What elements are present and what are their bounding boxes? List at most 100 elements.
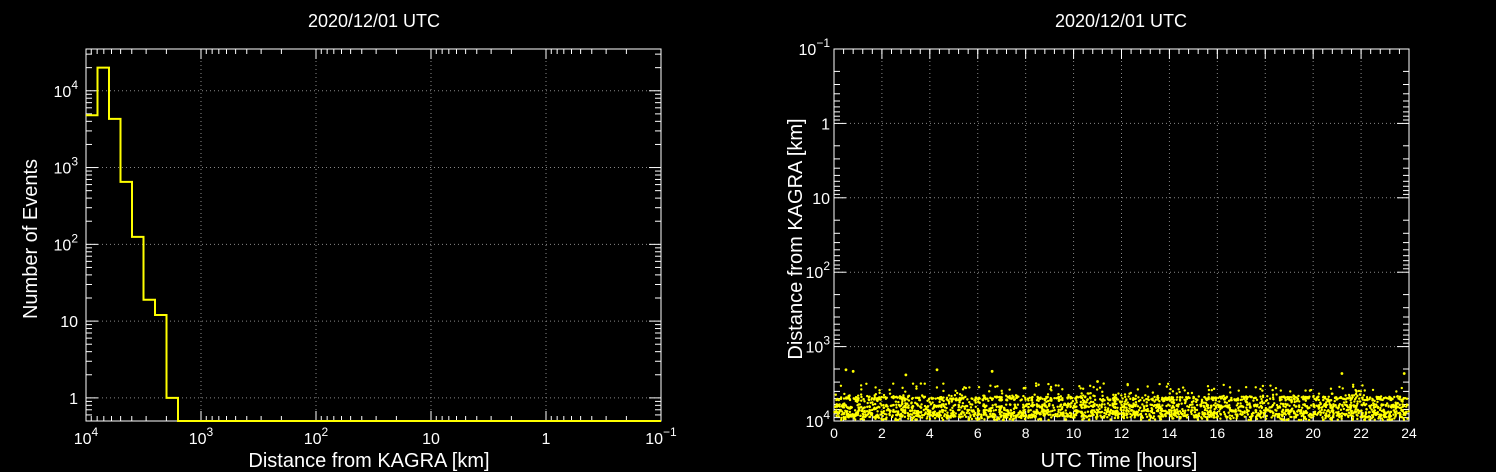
scatter-point: [1289, 415, 1292, 419]
scatter-x-axis-label: UTC Time [hours]: [1041, 450, 1198, 472]
scatter-point: [1292, 410, 1296, 413]
scatter-point: [1149, 415, 1152, 418]
scatter-point: [1203, 415, 1206, 418]
scatter-points: [833, 368, 1410, 422]
scatter-point: [915, 385, 918, 388]
scatter-point: [1363, 389, 1366, 392]
scatter-point: [1106, 402, 1110, 405]
scatter-point: [1265, 414, 1269, 418]
histogram-grid: [86, 49, 661, 421]
scatter-point: [1034, 382, 1038, 385]
scatter-point: [913, 409, 916, 412]
scatter-point: [1214, 405, 1217, 408]
scatter-point: [1285, 409, 1288, 412]
x-tick-label: 103: [189, 425, 214, 448]
scatter-point: [983, 418, 986, 421]
scatter-point: [848, 398, 852, 402]
scatter-point: [1093, 398, 1097, 402]
scatter-point: [924, 411, 927, 414]
x-tick-label: 10: [1066, 425, 1082, 441]
scatter-point: [995, 405, 998, 409]
scatter-point: [868, 415, 872, 419]
scatter-point: [1124, 400, 1127, 403]
scatter-point: [902, 394, 905, 397]
scatter-point: [1278, 405, 1281, 408]
scatter-point: [1197, 412, 1200, 416]
scatter-point: [910, 397, 914, 400]
scatter-point: [1359, 393, 1362, 397]
scatter-point: [1392, 413, 1395, 416]
scatter-point: [1333, 399, 1336, 403]
scatter-point: [1002, 406, 1006, 410]
scatter-point: [1390, 418, 1394, 421]
scatter-point: [863, 400, 866, 403]
scatter-point: [868, 405, 871, 408]
scatter-point: [1235, 404, 1239, 407]
scatter-point: [1059, 403, 1062, 407]
scatter-point: [1338, 412, 1342, 416]
scatter-point: [1284, 398, 1287, 401]
scatter-point: [1323, 414, 1327, 417]
scatter-point: [1085, 400, 1088, 404]
scatter-point: [846, 413, 850, 416]
scatter-point: [920, 394, 924, 397]
scatter-point: [1161, 404, 1164, 407]
scatter-point: [1078, 384, 1081, 388]
scatter-point: [880, 411, 884, 415]
scatter-point: [1125, 406, 1128, 409]
x-tick-label: 10: [422, 431, 440, 448]
scatter-point: [964, 415, 968, 419]
scatter-point: [1332, 409, 1335, 412]
scatter-point: [1326, 410, 1329, 413]
scatter-point: [1192, 395, 1195, 399]
y-tick-label: 104: [54, 78, 79, 101]
scatter-point: [949, 408, 952, 412]
scatter-point: [927, 410, 931, 413]
histogram-y-axis-label: Number of Events: [20, 159, 42, 319]
scatter-point: [1259, 395, 1262, 398]
scatter-point: [938, 413, 941, 416]
scatter-point: [1156, 408, 1160, 412]
scatter-point: [1066, 404, 1070, 407]
scatter-point: [1087, 392, 1090, 395]
scatter-point: [1159, 412, 1162, 416]
scatter-point: [1158, 382, 1161, 386]
scatter-point: [1101, 394, 1104, 398]
scatter-point: [911, 405, 915, 408]
scatter-point: [1053, 396, 1056, 400]
scatter-point: [1407, 410, 1410, 413]
scatter-point: [878, 397, 881, 400]
scatter-point: [1040, 410, 1043, 413]
scatter-point: [900, 415, 903, 418]
scatter-point: [862, 413, 865, 417]
scatter-point: [1112, 410, 1116, 414]
scatter-point: [1388, 416, 1391, 419]
scatter-point: [1009, 397, 1013, 400]
scatter-point: [1340, 417, 1343, 420]
scatter-point: [1068, 414, 1072, 418]
scatter-point: [1222, 383, 1225, 387]
scatter-point: [975, 397, 978, 400]
scatter-point: [1275, 409, 1278, 412]
scatter-point: [1254, 386, 1257, 389]
scatter-point: [1380, 417, 1384, 420]
scatter-point: [892, 382, 895, 385]
x-tick-label: 18: [1257, 425, 1273, 441]
scatter-point: [874, 393, 878, 396]
scatter-point: [971, 397, 974, 401]
scatter-point: [1134, 404, 1137, 408]
scatter-point: [904, 411, 907, 414]
scatter-point: [1075, 395, 1079, 398]
scatter-point: [982, 394, 986, 397]
scatter-point: [1098, 386, 1102, 389]
scatter-title: 2020/12/01 UTC: [1055, 11, 1187, 31]
scatter-point: [1047, 382, 1050, 386]
scatter-point: [919, 406, 923, 409]
scatter-point: [1196, 398, 1199, 402]
scatter-point: [1027, 406, 1030, 409]
scatter-point: [1299, 409, 1303, 412]
scatter-point: [1262, 409, 1266, 412]
scatter-point: [956, 398, 960, 402]
scatter-point: [1127, 395, 1130, 398]
scatter-point: [981, 398, 984, 401]
